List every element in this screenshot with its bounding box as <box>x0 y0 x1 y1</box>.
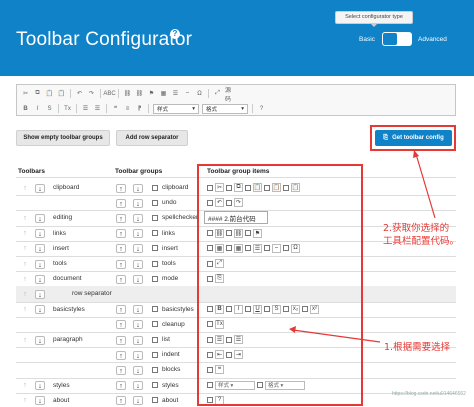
arrow-head-get-config <box>413 150 419 158</box>
arrow-to-items <box>292 329 381 343</box>
arrow-to-get-config <box>415 153 436 219</box>
annotation-get-config: 2.获取你选择的 工具栏配置代码。 <box>383 223 460 247</box>
watermark: https://blog.csdn.net/u014646662 <box>392 391 466 397</box>
annotation-choose: 1.根据需要选择 <box>384 342 451 353</box>
arrow-head-items <box>289 326 296 333</box>
